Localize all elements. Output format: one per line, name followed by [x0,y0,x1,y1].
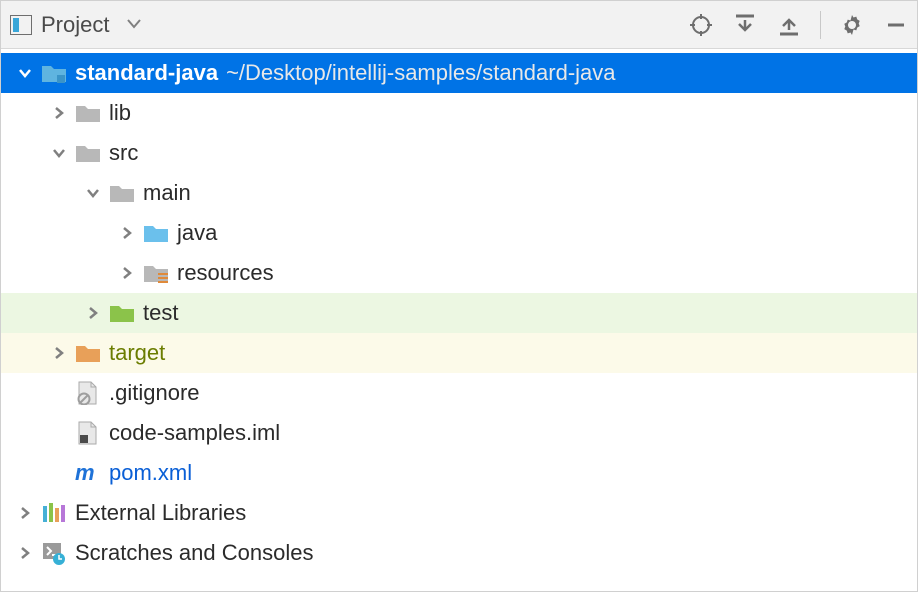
project-toolbar: Project [1,1,917,49]
tree-node-gitignore[interactable]: .gitignore [1,373,917,413]
node-label: java [177,220,217,246]
toolbar-separator [820,11,821,39]
folder-icon [107,181,137,205]
tree-node-iml[interactable]: code-samples.iml [1,413,917,453]
tree-node-pom[interactable]: m pom.xml [1,453,917,493]
chevron-right-icon[interactable] [11,506,39,520]
tree-node-resources[interactable]: resources [1,253,917,293]
project-tree: standard-java ~/Desktop/intellij-samples… [1,49,917,573]
tree-node-test[interactable]: test [1,293,917,333]
toolbar-right [688,11,909,39]
libraries-icon [39,501,69,525]
chevron-right-icon[interactable] [79,306,107,320]
toolbar-left: Project [9,12,141,38]
node-label: .gitignore [109,380,200,406]
tree-node-target[interactable]: target [1,333,917,373]
node-label: code-samples.iml [109,420,280,446]
node-label: target [109,340,165,366]
node-label: test [143,300,178,326]
locate-icon[interactable] [688,12,714,38]
chevron-down-icon[interactable] [45,146,73,160]
node-label: standard-java [75,60,218,86]
minimize-icon[interactable] [883,12,909,38]
chevron-right-icon[interactable] [45,346,73,360]
chevron-down-icon[interactable] [11,66,39,80]
tree-node-external-libraries[interactable]: External Libraries [1,493,917,533]
folder-icon [73,141,103,165]
folder-icon [73,101,103,125]
panel-title[interactable]: Project [41,12,109,38]
node-label: lib [109,100,131,126]
expand-all-icon[interactable] [732,12,758,38]
tree-node-project-root[interactable]: standard-java ~/Desktop/intellij-samples… [1,53,917,93]
node-label: Scratches and Consoles [75,540,313,566]
svg-text:m: m [75,462,95,484]
node-label: External Libraries [75,500,246,526]
node-label: main [143,180,191,206]
tree-node-src[interactable]: src [1,133,917,173]
node-label: pom.xml [109,460,192,486]
source-folder-icon [141,221,171,245]
dropdown-arrow-icon[interactable] [127,16,141,34]
excluded-folder-icon [73,341,103,365]
maven-file-icon: m [73,461,103,485]
test-folder-icon [107,301,137,325]
tree-node-java[interactable]: java [1,213,917,253]
node-label: resources [177,260,274,286]
scratches-icon [39,541,69,565]
tree-node-scratches[interactable]: Scratches and Consoles [1,533,917,573]
node-label: src [109,140,138,166]
tree-node-main[interactable]: main [1,173,917,213]
chevron-right-icon[interactable] [113,226,141,240]
chevron-right-icon[interactable] [45,106,73,120]
gear-icon[interactable] [839,12,865,38]
chevron-right-icon[interactable] [113,266,141,280]
node-path: ~/Desktop/intellij-samples/standard-java [226,60,615,86]
resources-folder-icon [141,261,171,285]
collapse-all-icon[interactable] [776,12,802,38]
module-folder-icon [39,61,69,85]
iml-file-icon [73,421,103,445]
chevron-right-icon[interactable] [11,546,39,560]
tree-node-lib[interactable]: lib [1,93,917,133]
project-panel-icon [9,13,33,37]
chevron-down-icon[interactable] [79,186,107,200]
ignored-file-icon [73,381,103,405]
